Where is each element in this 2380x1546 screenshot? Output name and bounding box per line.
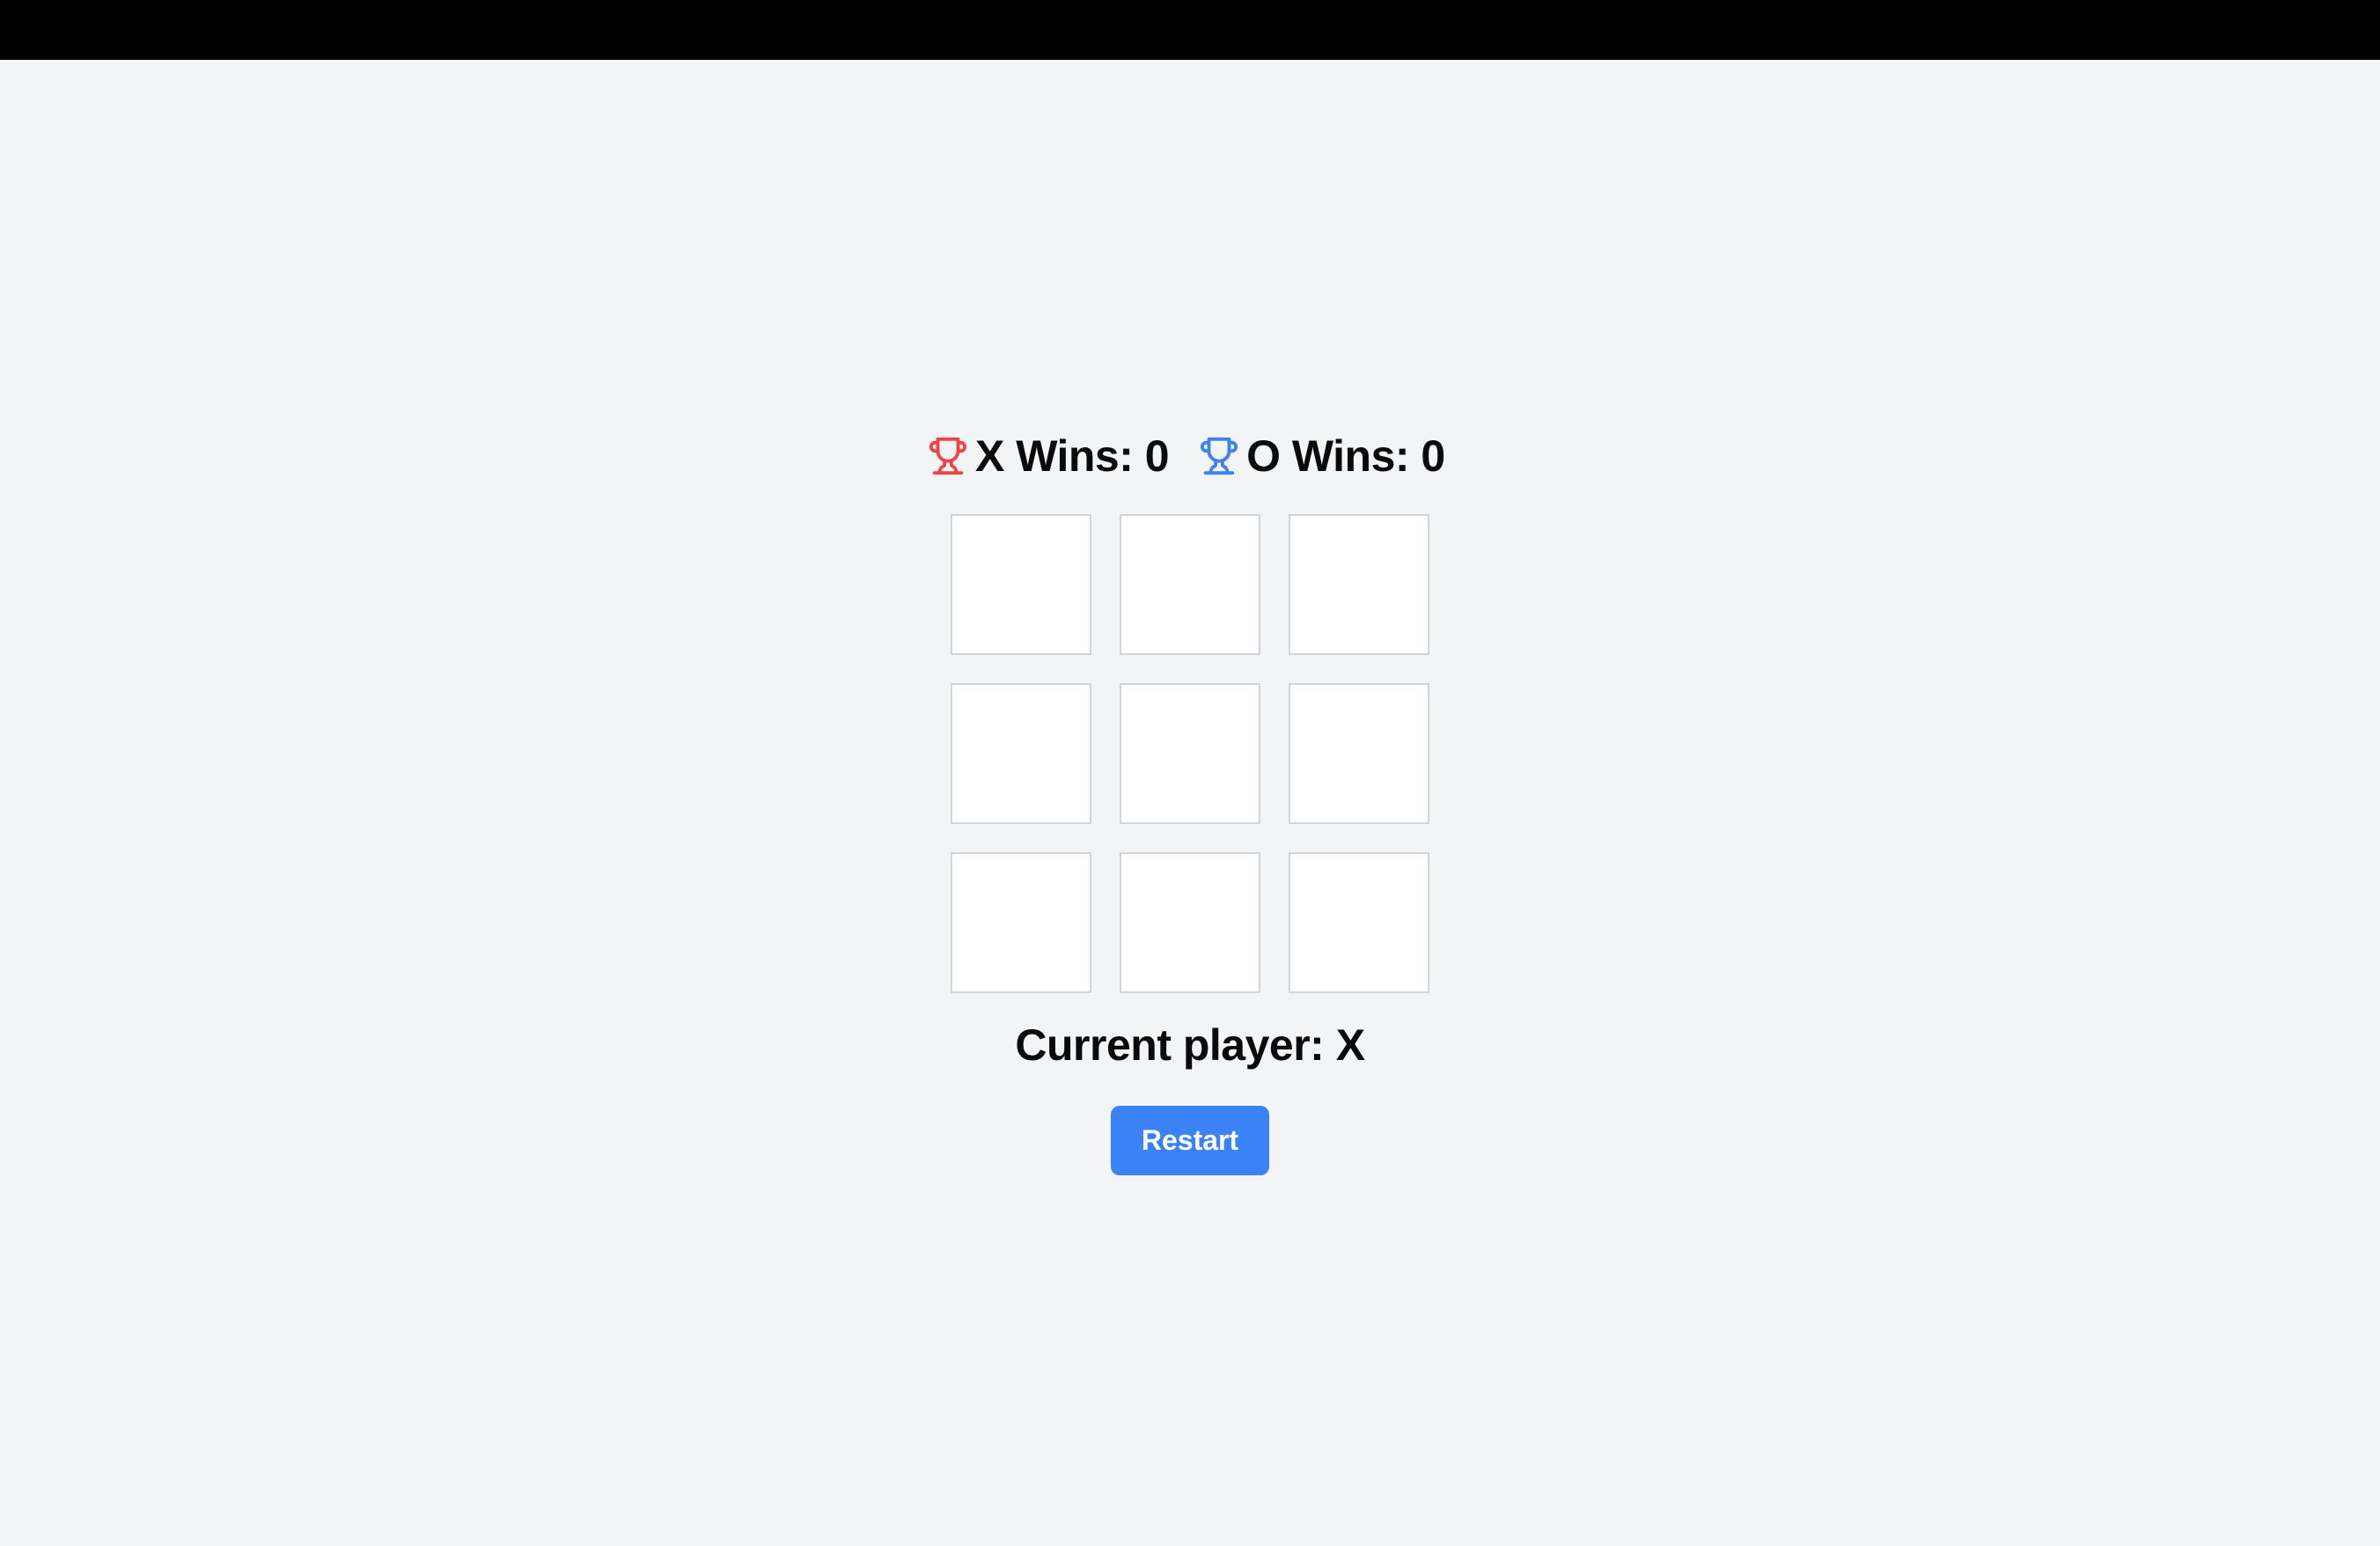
x-score: X Wins: 0 [928,431,1170,482]
top-bar [0,0,2380,60]
scoreboard: X Wins: 0 O Wins: 0 [928,430,1445,482]
board-cell-8[interactable] [1120,852,1260,993]
board-cell-3[interactable] [1289,514,1429,655]
restart-button[interactable]: Restart [1111,1106,1269,1175]
current-player-status: Current player: X [1015,1020,1365,1070]
board-cell-9[interactable] [1289,852,1429,993]
game-board [951,514,1430,994]
board-cell-2[interactable] [1120,514,1260,655]
trophy-icon [1199,436,1239,476]
board-cell-7[interactable] [951,852,1091,993]
x-score-label: X Wins: 0 [975,431,1170,481]
board-cell-6[interactable] [1289,683,1429,824]
trophy-icon [928,436,968,476]
board-cell-5[interactable] [1120,683,1260,824]
board-cell-1[interactable] [951,514,1091,655]
board-cell-4[interactable] [951,683,1091,824]
o-score-label: O Wins: 0 [1246,431,1445,481]
o-score: O Wins: 0 [1199,431,1445,482]
